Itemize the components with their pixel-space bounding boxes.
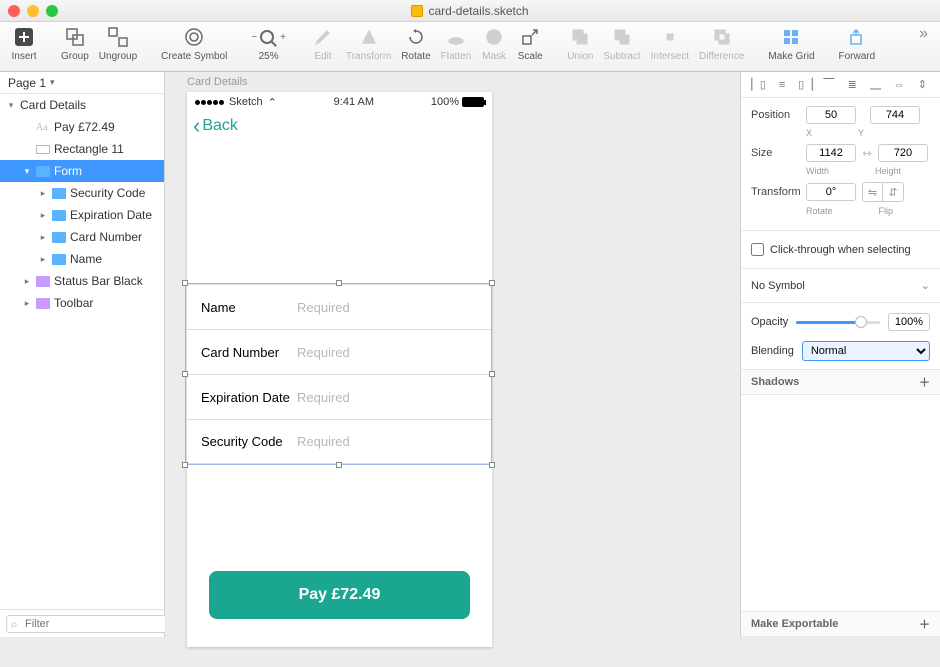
group-button[interactable]: Group xyxy=(56,25,94,62)
blending-label: Blending xyxy=(751,345,794,357)
add-shadow-icon[interactable]: ＋ xyxy=(919,374,930,390)
align-right-icon[interactable]: ▯▕ xyxy=(797,77,813,93)
clickthrough-checkbox[interactable] xyxy=(751,243,764,256)
edit-button: Edit xyxy=(305,25,341,62)
layer-name[interactable]: ▸Name xyxy=(0,248,164,270)
ios-status-bar: Sketch⌃ 9:41 AM 100% xyxy=(187,92,492,112)
forward-button[interactable]: Forward xyxy=(834,25,881,62)
document-title: card-details.sketch xyxy=(0,4,940,18)
insert-button[interactable]: Insert xyxy=(6,25,42,62)
form-group-selected[interactable]: NameRequired Card NumberRequired Expirat… xyxy=(187,284,492,464)
layer-text-pay[interactable]: AaPay £72.49 xyxy=(0,116,164,138)
rotate-input[interactable] xyxy=(806,183,856,201)
artboard-label[interactable]: Card Details xyxy=(187,76,248,88)
opacity-input[interactable] xyxy=(888,313,930,331)
rotate-button[interactable]: Rotate xyxy=(396,25,435,62)
flip-horizontal-icon[interactable]: ⇋ xyxy=(863,183,883,201)
distribute-v-icon[interactable]: ⇕ xyxy=(914,77,930,93)
layer-expiration-date[interactable]: ▸Expiration Date xyxy=(0,204,164,226)
opacity-label: Opacity xyxy=(751,316,788,328)
mask-button: Mask xyxy=(476,25,512,62)
make-grid-button[interactable]: Make Grid xyxy=(763,25,819,62)
layer-toolbar[interactable]: ▸Toolbar xyxy=(0,292,164,314)
scale-button[interactable]: Scale xyxy=(512,25,548,62)
layers-panel: Page 1 ▾Card Details AaPay £72.49 Rectan… xyxy=(0,72,165,637)
pay-button: Pay £72.49 xyxy=(209,571,470,619)
folder-icon xyxy=(36,276,50,287)
folder-icon xyxy=(52,254,66,265)
layer-card-number[interactable]: ▸Card Number xyxy=(0,226,164,248)
form-row-expiration: Expiration DateRequired xyxy=(187,374,492,419)
symbol-dropdown[interactable]: No Symbol xyxy=(741,273,940,298)
make-exportable-section[interactable]: Make Exportable＋ xyxy=(741,611,940,637)
canvas[interactable]: Card Details Sketch⌃ 9:41 AM 100% ‹Back … xyxy=(165,72,740,637)
layer-form-group[interactable]: ▾Form xyxy=(0,160,164,182)
position-x-input[interactable] xyxy=(806,106,856,124)
toolbar-overflow-icon[interactable]: » xyxy=(913,25,934,43)
chevron-left-icon: ‹ xyxy=(193,113,200,139)
align-left-icon[interactable]: ▏▯ xyxy=(751,77,767,93)
folder-icon xyxy=(52,210,66,221)
align-top-icon[interactable]: ⎺ xyxy=(821,77,837,93)
distribute-h-icon[interactable]: ⇔ xyxy=(891,77,907,93)
union-button: Union xyxy=(562,25,598,62)
height-input[interactable] xyxy=(878,144,928,162)
page-selector[interactable]: Page 1 xyxy=(0,72,164,94)
align-center-h-icon[interactable]: ≡ xyxy=(774,77,790,93)
subtract-button: Subtract xyxy=(598,25,645,62)
add-export-icon[interactable]: ＋ xyxy=(919,616,930,632)
align-bottom-icon[interactable]: ⎽ xyxy=(868,77,884,93)
difference-button: Difference xyxy=(694,25,749,62)
filter-input[interactable] xyxy=(6,615,174,633)
width-input[interactable] xyxy=(806,144,856,162)
intersect-button: Intersect xyxy=(646,25,694,62)
form-row-name: NameRequired xyxy=(187,284,492,329)
status-time: 9:41 AM xyxy=(334,96,374,108)
folder-icon xyxy=(36,166,50,177)
folder-icon xyxy=(52,232,66,243)
battery-icon xyxy=(462,97,484,107)
zoom-control[interactable]: −+ 25% xyxy=(246,25,291,62)
sketch-file-icon xyxy=(411,5,423,17)
artboard[interactable]: Sketch⌃ 9:41 AM 100% ‹Back NameRequired … xyxy=(187,92,492,647)
form-row-security: Security CodeRequired xyxy=(187,419,492,464)
folder-icon xyxy=(52,188,66,199)
form-row-card-number: Card NumberRequired xyxy=(187,329,492,374)
inspector-panel: ▏▯ ≡ ▯▕ ⎺ ≣ ⎽ ⇔ ⇕ Position XY Size ⇿ Wid… xyxy=(740,72,940,637)
flatten-button: Flatten xyxy=(436,25,477,62)
main-toolbar: Insert Group Ungroup Create Symbol −+ 25… xyxy=(0,22,940,72)
blending-select[interactable]: Normal xyxy=(802,341,930,361)
transform-button: Transform xyxy=(341,25,396,62)
flip-vertical-icon[interactable]: ⇵ xyxy=(883,183,903,201)
layer-security-code[interactable]: ▸Security Code xyxy=(0,182,164,204)
shadows-section[interactable]: Shadows＋ xyxy=(741,369,940,395)
lock-ratio-icon[interactable]: ⇿ xyxy=(860,147,874,160)
layer-artboard[interactable]: ▾Card Details xyxy=(0,94,164,116)
position-y-input[interactable] xyxy=(870,106,920,124)
nav-back-button: ‹Back xyxy=(187,112,492,140)
opacity-slider[interactable] xyxy=(796,321,880,324)
window-titlebar: card-details.sketch xyxy=(0,0,940,22)
ungroup-button[interactable]: Ungroup xyxy=(94,25,142,62)
clickthrough-label: Click-through when selecting xyxy=(770,244,911,256)
align-center-v-icon[interactable]: ≣ xyxy=(844,77,860,93)
create-symbol-button[interactable]: Create Symbol xyxy=(156,25,232,62)
layer-rectangle[interactable]: Rectangle 11 xyxy=(0,138,164,160)
folder-icon xyxy=(36,298,50,309)
layer-status-bar[interactable]: ▸Status Bar Black xyxy=(0,270,164,292)
